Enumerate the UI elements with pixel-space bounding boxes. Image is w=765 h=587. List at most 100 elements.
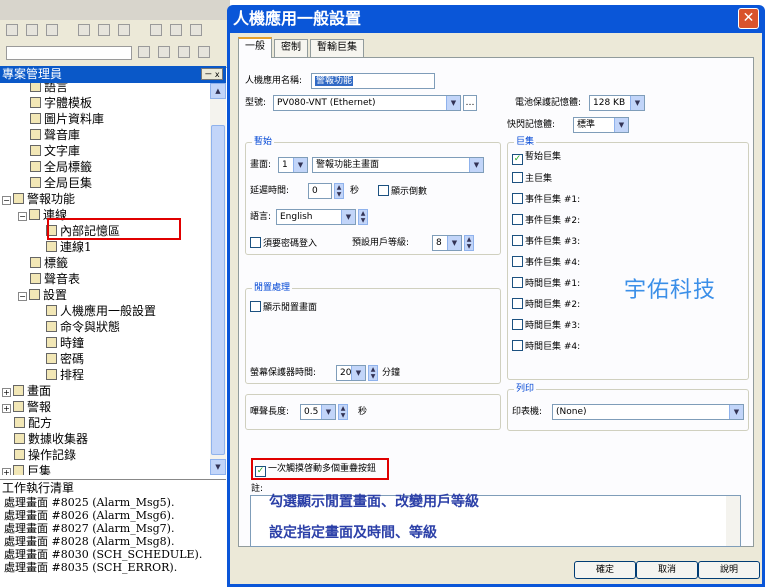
tree-item[interactable]: 密碼 [46, 351, 84, 367]
checkbox-box[interactable] [512, 193, 523, 204]
tree-item[interactable]: 標籤 [30, 255, 68, 271]
expand-icon[interactable]: + [2, 404, 11, 413]
printer-select[interactable]: (None) ▼ [552, 404, 744, 420]
tree-item[interactable]: + 警報 [2, 399, 51, 415]
tree-item[interactable]: 圖片資料庫 [30, 111, 104, 127]
chevron-down-icon[interactable]: ▼ [446, 96, 460, 110]
checkbox-box[interactable] [512, 214, 523, 225]
checkbox-box[interactable]: ✓ [512, 154, 523, 165]
tab-general[interactable]: 一般 [238, 37, 272, 58]
toolbar-icon[interactable] [78, 24, 90, 36]
vertical-scrollbar[interactable]: ▲ ▼ [210, 83, 226, 475]
collapse-icon[interactable]: − [18, 292, 27, 301]
tree-item[interactable]: − 設置 [18, 287, 67, 303]
tree-item[interactable]: 文字庫 [30, 143, 80, 159]
screen-number-select[interactable]: 1 ▼ [278, 157, 308, 173]
tree-item[interactable]: 排程 [46, 367, 84, 383]
model-select[interactable]: PV080-VNT (Ethernet) ▼ [273, 95, 461, 111]
chevron-down-icon[interactable]: ▼ [351, 366, 365, 380]
checkbox-box[interactable] [378, 185, 389, 196]
checkbox-box[interactable] [512, 235, 523, 246]
collapse-icon[interactable]: − [2, 196, 11, 205]
expand-icon[interactable]: + [2, 388, 11, 397]
battery-memory-select[interactable]: 128 KB ▼ [589, 95, 645, 111]
close-icon[interactable]: ㄧ x [201, 68, 223, 80]
macro-checkbox[interactable]: 事件巨集 #4: [512, 256, 580, 270]
scroll-thumb[interactable] [211, 125, 225, 455]
expand-icon[interactable]: + [2, 468, 11, 475]
checkbox-box[interactable] [512, 277, 523, 288]
tree-item[interactable]: 全局巨集 [30, 175, 92, 191]
scroll-down-icon[interactable]: ▼ [210, 459, 226, 475]
toolbar-icon[interactable] [170, 24, 182, 36]
tree-item[interactable]: 連線1 [46, 239, 92, 255]
chevron-down-icon[interactable]: ▼ [614, 118, 628, 132]
ok-button[interactable]: 確定 [574, 561, 636, 579]
chevron-down-icon[interactable]: ▼ [293, 158, 307, 172]
checkbox-box[interactable] [512, 319, 523, 330]
close-icon[interactable]: ✕ [738, 8, 759, 29]
tree-item[interactable]: 字體模板 [30, 95, 92, 111]
chevron-down-icon[interactable]: ▼ [321, 405, 335, 419]
combo-box[interactable] [6, 46, 132, 60]
screen-saver-stepper[interactable]: ▲ ▼ [368, 365, 378, 381]
chevron-down-icon[interactable]: ▼ [341, 210, 355, 224]
chevron-down-icon[interactable]: ▼ [447, 236, 461, 250]
tab-password[interactable]: 密制 [274, 39, 308, 57]
notes-scrollbar[interactable] [726, 496, 740, 546]
tree-item[interactable]: 數據收集器 [14, 431, 88, 447]
tree-item[interactable]: 聲音表 [30, 271, 80, 287]
toolbar-icon[interactable] [26, 24, 38, 36]
delay-stepper[interactable]: ▲ ▼ [334, 183, 344, 199]
macro-checkbox[interactable]: 事件巨集 #3: [512, 235, 580, 249]
checkbox-box[interactable] [512, 340, 523, 351]
tree-item[interactable]: 聲音庫 [30, 127, 80, 143]
user-level-select[interactable]: 8 ▼ [432, 235, 462, 251]
macro-checkbox[interactable]: ✓ 暫始巨集 [512, 151, 561, 165]
scroll-up-icon[interactable]: ▲ [210, 83, 226, 99]
tree-item[interactable]: 配方 [14, 415, 52, 431]
toolbar-icon[interactable] [198, 46, 210, 58]
tree-item[interactable]: + 巨集 [2, 463, 51, 475]
macro-checkbox[interactable]: 事件巨集 #1: [512, 193, 580, 207]
delay-input[interactable]: 0 [308, 183, 332, 199]
macro-checkbox[interactable]: 時間巨集 #1: [512, 277, 580, 291]
project-tree[interactable]: 語言 字體模板 圖片資料庫 聲音庫 文字庫 全局標籤 全局巨集 − 警報功能 − 連線 內部記憶區 連線… [0, 83, 210, 475]
toolbar-icon[interactable] [46, 24, 58, 36]
help-button[interactable]: 說明 [698, 561, 760, 579]
tree-item[interactable]: − 警報功能 [2, 191, 75, 207]
screen-name-select[interactable]: 警報功能主畫面 ▼ [312, 157, 484, 173]
chevron-down-icon[interactable]: ▼ [469, 158, 483, 172]
app-name-input[interactable]: 警報功能 [311, 73, 435, 89]
model-browse-button[interactable]: … [463, 95, 477, 111]
checkbox-box[interactable] [512, 172, 523, 183]
macro-checkbox[interactable]: 時間巨集 #3: [512, 319, 580, 333]
toolbar-icon[interactable] [158, 46, 170, 58]
checkbox-box[interactable] [512, 298, 523, 309]
toolbar-icon[interactable] [6, 24, 18, 36]
screen-saver-select[interactable]: 20 ▼ [336, 365, 366, 381]
tree-item[interactable]: 全局標籤 [30, 159, 92, 175]
tree-item[interactable]: 人機應用一般設置 [46, 303, 156, 319]
toolbar-icon[interactable] [118, 24, 130, 36]
macro-checkbox[interactable]: 主巨集 [512, 172, 552, 186]
chevron-down-icon[interactable]: ▼ [729, 405, 743, 419]
idle-screen-checkbox[interactable]: 顯示閒置畫面 [250, 301, 317, 315]
checkbox-box[interactable] [250, 301, 261, 312]
language-stepper[interactable]: ▲ ▼ [358, 209, 368, 225]
tree-item[interactable]: 時鐘 [46, 335, 84, 351]
flash-memory-select[interactable]: 標準 ▼ [573, 117, 629, 133]
countdown-checkbox[interactable]: 顯示倒數 [378, 185, 427, 199]
cancel-button[interactable]: 取消 [636, 561, 698, 579]
tab-macro[interactable]: 暫輸巨集 [310, 39, 364, 57]
tree-item[interactable]: 操作記錄 [14, 447, 76, 463]
collapse-icon[interactable]: − [18, 212, 27, 221]
macro-checkbox[interactable]: 事件巨集 #2: [512, 214, 580, 228]
macro-checkbox[interactable]: 時間巨集 #2: [512, 298, 580, 312]
toolbar-icon[interactable] [190, 24, 202, 36]
buzzer-stepper[interactable]: ▲ ▼ [338, 404, 348, 420]
checkbox-box[interactable] [512, 256, 523, 267]
chevron-down-icon[interactable]: ▼ [630, 96, 644, 110]
toolbar-icon[interactable] [98, 24, 110, 36]
password-login-checkbox[interactable]: 須要密碼登入 [250, 237, 317, 251]
